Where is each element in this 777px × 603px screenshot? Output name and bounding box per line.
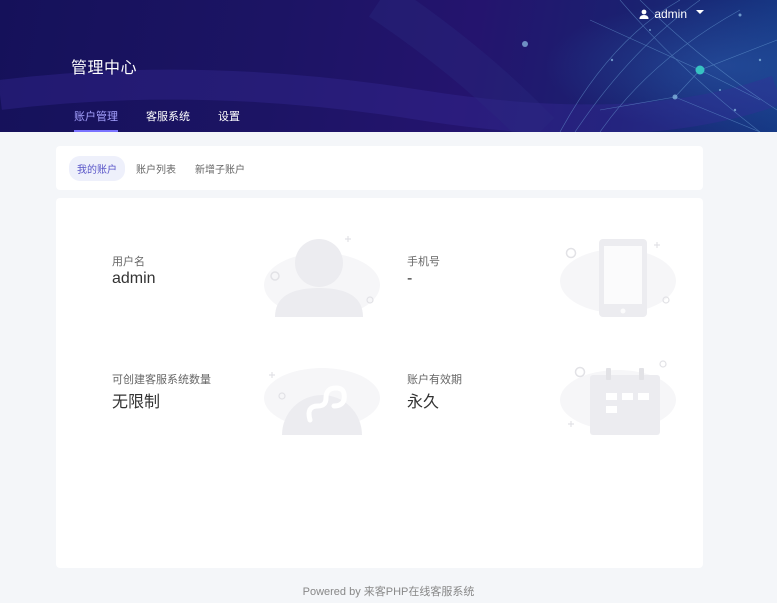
subtab-add-subaccount[interactable]: 新增子账户 bbox=[187, 156, 253, 181]
user-avatar-icon bbox=[264, 236, 380, 317]
phone-field-value: - bbox=[407, 270, 413, 287]
username-field-label: 用户名 bbox=[112, 256, 145, 268]
user-icon bbox=[639, 9, 649, 19]
page-title: 管理中心 bbox=[71, 60, 138, 77]
subtab-account-list[interactable]: 账户列表 bbox=[128, 156, 184, 181]
user-menu[interactable]: admin bbox=[639, 7, 704, 21]
chevron-down-icon bbox=[696, 10, 704, 14]
account-info-card: 用户名 admin 手机号 - 可创建客服系统数量 无限制 账户有效期 永久 bbox=[56, 198, 703, 568]
username-field-value: admin bbox=[112, 270, 156, 287]
quota-field-value: 无限制 bbox=[112, 394, 161, 411]
subtab-my-account[interactable]: 我的账户 bbox=[69, 155, 125, 181]
validity-field-label: 账户有效期 bbox=[407, 374, 462, 386]
tab-account-management[interactable]: 账户管理 bbox=[62, 100, 130, 132]
tab-settings[interactable]: 设置 bbox=[206, 100, 252, 132]
phone-field-label: 手机号 bbox=[407, 256, 440, 268]
header: admin 管理中心 账户管理 客服系统 设置 bbox=[0, 0, 777, 132]
validity-field-value: 永久 bbox=[407, 394, 440, 411]
phone-icon bbox=[560, 239, 676, 317]
quota-field-label: 可创建客服系统数量 bbox=[112, 374, 211, 386]
footer: Powered by 来客PHP在线客服系统 bbox=[302, 586, 475, 598]
tab-customer-service[interactable]: 客服系统 bbox=[134, 100, 202, 132]
calendar-icon bbox=[560, 360, 676, 435]
mini-program-icon bbox=[264, 368, 380, 435]
main-nav: 账户管理 客服系统 设置 bbox=[62, 100, 256, 132]
username-label: admin bbox=[654, 7, 687, 21]
sub-nav: 我的账户 账户列表 新增子账户 bbox=[56, 146, 703, 190]
